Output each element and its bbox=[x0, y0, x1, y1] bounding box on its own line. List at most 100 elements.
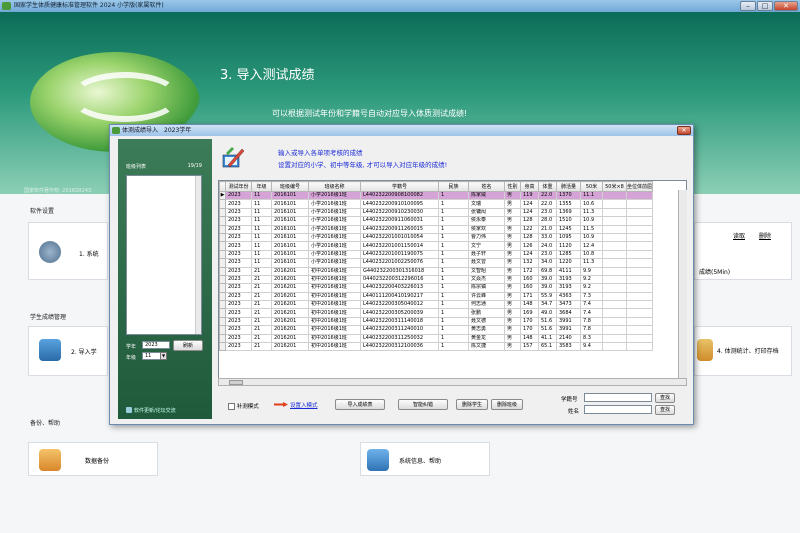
table-cell[interactable]: 170 bbox=[520, 325, 539, 335]
table-cell[interactable]: 2023 bbox=[225, 224, 252, 234]
table-cell[interactable]: 男 bbox=[504, 190, 521, 201]
table-cell[interactable]: 3193 bbox=[556, 283, 581, 293]
column-header[interactable]: 班级名称 bbox=[308, 181, 361, 192]
monitor-icon[interactable] bbox=[367, 449, 389, 471]
table-cell[interactable]: 7.3 bbox=[580, 291, 603, 302]
table-cell[interactable]: 许云峰 bbox=[468, 291, 505, 302]
table-cell[interactable]: 0440232200312296016 bbox=[360, 274, 439, 285]
table-cell[interactable]: 男 bbox=[504, 224, 521, 234]
class-list-scrollbar[interactable] bbox=[195, 176, 201, 334]
table-cell[interactable]: 2023 bbox=[225, 342, 252, 352]
table-cell[interactable]: 男 bbox=[504, 308, 521, 318]
table-cell[interactable]: 11.3 bbox=[580, 207, 603, 218]
table-cell[interactable]: 2016201 bbox=[271, 316, 309, 327]
table-cell[interactable]: 10.9 bbox=[580, 232, 603, 243]
table-cell[interactable]: 文瑞 bbox=[468, 199, 505, 209]
table-cell[interactable]: 男 bbox=[504, 249, 521, 260]
table-cell[interactable]: 2016201 bbox=[271, 266, 309, 276]
table-cell[interactable]: 文焱杰 bbox=[468, 274, 505, 285]
table-cell[interactable] bbox=[602, 342, 627, 352]
table-cell[interactable]: 21 bbox=[251, 325, 272, 335]
table-cell[interactable]: 8.3 bbox=[580, 333, 603, 344]
table-cell[interactable] bbox=[625, 333, 654, 344]
table-row[interactable]: 2023 21 2016201 初中2016级1班 044023220031229601… bbox=[219, 274, 654, 285]
table-cell[interactable]: L440232200910100095 bbox=[360, 199, 439, 209]
table-cell[interactable]: 文智昭 bbox=[468, 266, 505, 276]
table-cell[interactable]: 2016101 bbox=[271, 241, 309, 251]
table-cell[interactable]: 2023 bbox=[225, 249, 252, 260]
year-input[interactable]: 2023 bbox=[142, 341, 170, 349]
table-cell[interactable]: 小学2016级1班 bbox=[308, 241, 361, 251]
table-cell[interactable]: 聂文曾 bbox=[468, 258, 505, 268]
table-cell[interactable]: 2023 bbox=[225, 300, 252, 310]
table-cell[interactable]: 2016101 bbox=[271, 249, 309, 260]
table-cell[interactable]: 男 bbox=[504, 216, 521, 226]
table-cell[interactable]: 9.2 bbox=[580, 274, 603, 285]
table-cell[interactable]: 2023 bbox=[225, 308, 252, 318]
table-cell[interactable] bbox=[625, 249, 654, 260]
table-cell[interactable]: 11 bbox=[251, 241, 272, 251]
table-row[interactable]: 2023 21 2016201 初中2016级1班 L44023220030504001… bbox=[219, 300, 654, 310]
table-cell[interactable]: 11 bbox=[251, 207, 272, 218]
close-button[interactable]: ✕ bbox=[774, 1, 798, 11]
table-row[interactable]: 2023 11 2016101 小学2016级1班 L44023220091023003… bbox=[219, 207, 654, 218]
table-cell[interactable] bbox=[602, 333, 627, 344]
table-cell[interactable]: 何志通 bbox=[468, 300, 505, 310]
table-cell[interactable]: 1 bbox=[438, 266, 469, 276]
table-row[interactable]: 2023 21 2016201 初中2016级1班 L44023220031125003… bbox=[219, 333, 654, 344]
table-cell[interactable] bbox=[625, 207, 654, 218]
table-cell[interactable]: 23.0 bbox=[538, 249, 557, 260]
table-cell[interactable]: 男 bbox=[504, 325, 521, 335]
smart-fix-button[interactable]: 智能纠错 bbox=[398, 399, 448, 410]
table-cell[interactable]: 小学2016级1班 bbox=[308, 207, 361, 218]
table-cell[interactable]: 1 bbox=[438, 325, 469, 335]
grid-vertical-scrollbar[interactable] bbox=[678, 190, 687, 378]
table-cell[interactable]: L440232200311240010 bbox=[360, 325, 439, 335]
table-cell[interactable]: 小学2016级1班 bbox=[308, 216, 361, 226]
table-cell[interactable] bbox=[602, 249, 627, 260]
table-cell[interactable]: 1095 bbox=[556, 232, 581, 243]
class-list[interactable] bbox=[126, 175, 202, 335]
table-cell[interactable]: 男 bbox=[504, 283, 521, 293]
table-cell[interactable] bbox=[625, 224, 654, 234]
gear-icon[interactable] bbox=[39, 241, 61, 263]
stats-print-item[interactable]: 4. 体测统计、打印存档 bbox=[717, 346, 779, 355]
table-cell[interactable]: 2016201 bbox=[271, 308, 309, 318]
table-cell[interactable]: 侯家欢 bbox=[468, 224, 505, 234]
table-cell[interactable]: L440232200311140018 bbox=[360, 316, 439, 327]
table-cell[interactable]: 3684 bbox=[556, 308, 581, 318]
table-cell[interactable]: 2023 bbox=[225, 291, 252, 302]
table-cell[interactable]: 2016101 bbox=[271, 207, 309, 218]
table-cell[interactable]: 男 bbox=[504, 199, 521, 209]
table-cell[interactable]: 2140 bbox=[556, 333, 581, 344]
table-cell[interactable]: 初中2016级1班 bbox=[308, 342, 361, 352]
supplement-mode[interactable]: 补测模式 bbox=[228, 402, 259, 410]
table-cell[interactable]: 男 bbox=[504, 258, 521, 268]
table-cell[interactable] bbox=[625, 199, 654, 209]
table-cell[interactable]: 49.0 bbox=[538, 308, 557, 318]
table-cell[interactable]: L440232200910230030 bbox=[360, 207, 439, 218]
table-cell[interactable]: 3991 bbox=[556, 316, 581, 327]
table-cell[interactable]: 21 bbox=[251, 300, 272, 310]
table-cell[interactable]: L440232201001150014 bbox=[360, 241, 439, 251]
chevron-down-icon[interactable]: ▼ bbox=[160, 352, 167, 360]
table-cell[interactable]: 男 bbox=[504, 266, 521, 276]
table-cell[interactable]: 3193 bbox=[556, 274, 581, 285]
table-cell[interactable]: 初中2016级1班 bbox=[308, 266, 361, 276]
table-cell[interactable]: 128 bbox=[520, 216, 539, 226]
table-cell[interactable] bbox=[625, 274, 654, 285]
refresh-button[interactable]: 刷新 bbox=[173, 340, 203, 351]
table-cell[interactable]: L440232200305200039 bbox=[360, 308, 439, 318]
column-header[interactable]: 肺活量 bbox=[556, 181, 581, 192]
table-cell[interactable]: L440232200403226013 bbox=[360, 283, 439, 293]
table-cell[interactable]: 11 bbox=[251, 190, 272, 201]
import-scores-item[interactable]: 2. 导入学 bbox=[71, 347, 97, 356]
maximize-button[interactable]: □ bbox=[757, 1, 773, 11]
table-cell[interactable]: 21 bbox=[251, 291, 272, 302]
table-cell[interactable]: L440232200312100036 bbox=[360, 342, 439, 352]
table-cell[interactable]: 2016201 bbox=[271, 333, 309, 344]
table-cell[interactable]: 初中2016级1班 bbox=[308, 274, 361, 285]
table-cell[interactable]: 21 bbox=[251, 333, 272, 344]
table-cell[interactable]: 2023 bbox=[225, 199, 252, 209]
table-cell[interactable]: 男 bbox=[504, 300, 521, 310]
